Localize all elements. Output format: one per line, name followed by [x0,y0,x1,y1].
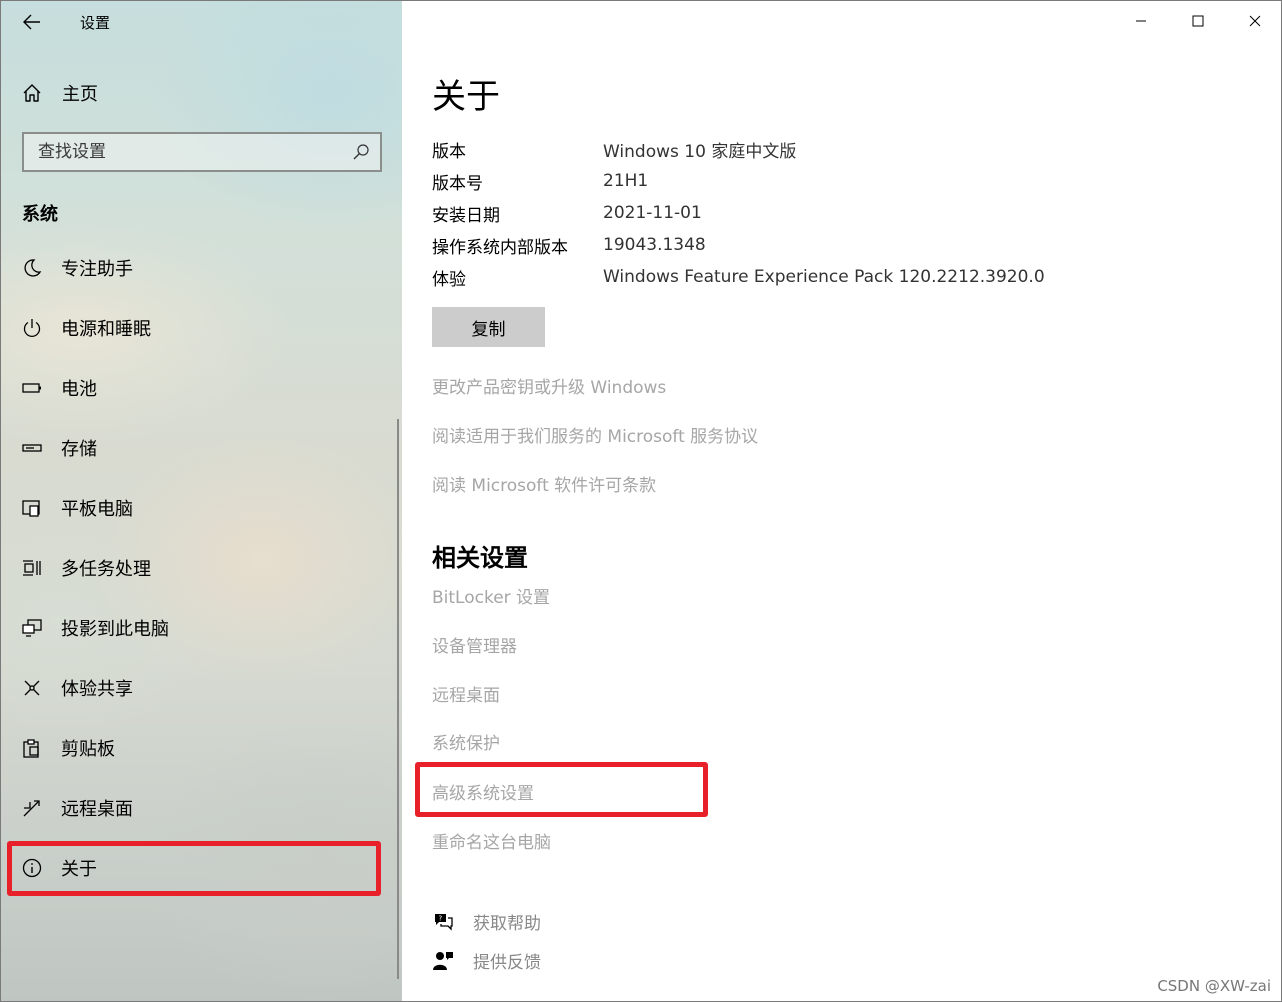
spec-key: 操作系统内部版本 [432,237,568,258]
home-label: 主页 [62,84,98,105]
spec-key: 版本 [432,141,466,162]
window-controls [1112,1,1281,41]
search-box[interactable] [22,132,382,172]
spec-value: 19043.1348 [603,235,706,255]
copy-button[interactable]: 复制 [432,307,545,347]
spec-key: 安装日期 [432,205,500,226]
maximize-icon [1192,15,1203,27]
multitasking-icon [22,558,42,578]
about-highlight-box [7,841,381,896]
feedback-icon [433,951,453,970]
system-protection-link[interactable]: 系统保护 [432,729,500,754]
sidebar-item-battery[interactable]: 电池 [1,358,397,418]
svg-text:?: ? [439,914,443,922]
sidebar-item-multitasking[interactable]: 多任务处理 [1,538,397,598]
moon-icon [22,258,42,278]
home-icon [23,84,41,102]
spec-row: 操作系统内部版本 19043.1348 [432,229,1045,261]
sidebar-item-label: 多任务处理 [61,559,151,580]
watermark: CSDN @XW-zai [1157,977,1271,995]
spec-key: 体验 [432,269,466,290]
sidebar-item-label: 剪贴板 [61,739,115,760]
sidebar-scrollbar[interactable] [397,419,399,979]
power-icon [22,318,42,338]
section-title: 系统 [22,204,58,225]
settings-window: 设置 主页 系统 专注助手 电源和睡眠 电池 [0,0,1282,1002]
sidebar-item-label: 体验共享 [61,679,133,700]
minimize-button[interactable] [1112,1,1169,41]
remote-desktop-link[interactable]: 远程桌面 [432,681,500,706]
sidebar-item-label: 电池 [61,379,97,400]
sidebar-item-storage[interactable]: 存储 [1,418,397,478]
license-terms-link[interactable]: 阅读 Microsoft 软件许可条款 [432,471,656,496]
bitlocker-settings-link[interactable]: BitLocker 设置 [432,583,550,608]
spec-row: 安装日期 2021-11-01 [432,197,1045,229]
project-icon [22,618,42,638]
sidebar-item-tablet[interactable]: 平板电脑 [1,478,397,538]
get-help-link[interactable]: ? 获取帮助 [432,909,541,934]
close-button[interactable] [1226,1,1281,41]
main-content: 关于 版本 Windows 10 家庭中文版 版本号 21H1 安装日期 202… [402,1,1281,1001]
sidebar-item-label: 投影到此电脑 [61,619,169,640]
battery-icon [22,378,42,398]
sidebar-item-label: 专注助手 [61,259,133,280]
share-icon [22,678,42,698]
sidebar-item-power-sleep[interactable]: 电源和睡眠 [1,298,397,358]
give-feedback-link[interactable]: 提供反馈 [432,948,541,973]
tablet-icon [22,498,42,518]
sidebar-item-remote-desktop[interactable]: 远程桌面 [1,778,397,838]
back-button[interactable] [15,7,49,37]
sidebar-nav: 专注助手 电源和睡眠 电池 存储 平板电脑 多任务处理 投影到此电脑 体验共享 … [1,238,397,898]
back-arrow-icon [23,14,40,30]
spec-value: 21H1 [603,171,649,191]
sidebar-item-project[interactable]: 投影到此电脑 [1,598,397,658]
spec-value: 2021-11-01 [603,203,702,223]
sidebar-item-label: 电源和睡眠 [61,319,151,340]
clipboard-icon [22,738,42,758]
change-product-key-link[interactable]: 更改产品密钥或升级 Windows [432,373,666,398]
spec-row: 体验 Windows Feature Experience Pack 120.2… [432,261,1045,293]
app-title: 设置 [80,14,111,32]
sidebar-item-label: 存储 [61,439,97,460]
advanced-settings-highlight-box [415,762,708,817]
sidebar: 设置 主页 系统 专注助手 电源和睡眠 电池 [1,1,402,1001]
help-chat-icon: ? [435,913,453,931]
storage-icon [22,438,42,458]
sidebar-item-home[interactable]: 主页 [1,73,397,113]
search-icon[interactable] [352,143,370,161]
remote-desktop-icon [22,798,42,818]
sidebar-item-shared-experiences[interactable]: 体验共享 [1,658,397,718]
spec-value: Windows Feature Experience Pack 120.2212… [603,267,1045,287]
spec-key: 版本号 [432,173,483,194]
spec-value: Windows 10 家庭中文版 [603,141,797,162]
spec-row: 版本 Windows 10 家庭中文版 [432,133,1045,165]
related-settings-title: 相关设置 [432,544,528,572]
minimize-icon [1135,20,1146,22]
spec-row: 版本号 21H1 [432,165,1045,197]
search-input[interactable] [38,142,338,162]
titlebar-left: 设置 [1,1,402,43]
device-manager-link[interactable]: 设备管理器 [432,632,517,657]
rename-pc-link[interactable]: 重命名这台电脑 [432,828,551,853]
sidebar-item-focus-assist[interactable]: 专注助手 [1,238,397,298]
device-specs: 版本 Windows 10 家庭中文版 版本号 21H1 安装日期 2021-1… [432,133,1045,293]
give-feedback-label: 提供反馈 [473,953,541,973]
sidebar-item-label: 远程桌面 [61,799,133,820]
maximize-button[interactable] [1169,1,1226,41]
get-help-label: 获取帮助 [473,914,541,934]
page-title: 关于 [432,77,500,117]
close-icon [1249,15,1260,27]
sidebar-item-clipboard[interactable]: 剪贴板 [1,718,397,778]
services-agreement-link[interactable]: 阅读适用于我们服务的 Microsoft 服务协议 [432,422,758,447]
sidebar-item-label: 平板电脑 [61,499,133,520]
